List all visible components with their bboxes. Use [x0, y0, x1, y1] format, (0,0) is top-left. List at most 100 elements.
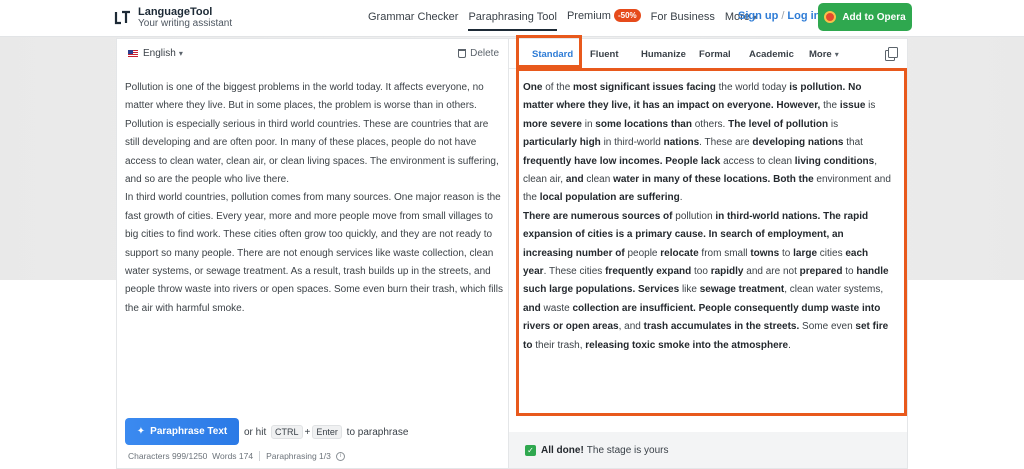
changed-phrase[interactable]: sewage treatment [700, 284, 784, 295]
unchanged-phrase: , and [618, 321, 644, 333]
tab-more-label: More [809, 49, 832, 60]
status-bar: ✓ All done! The stage is yours [509, 432, 907, 468]
auth-separator: / [781, 10, 785, 22]
characters-count: 999/1250 [171, 451, 208, 461]
info-icon[interactable]: i [335, 451, 345, 461]
changed-phrase[interactable]: The level of pollution [728, 119, 828, 130]
words-label: Words [212, 451, 237, 461]
unchanged-phrase: cities [817, 247, 846, 259]
unchanged-phrase: and are not [743, 266, 800, 278]
unchanged-phrase: access to clean [720, 155, 795, 167]
languagetool-logo[interactable]: LanguageTool Your writing assistant [114, 6, 232, 30]
unchanged-phrase: clean [583, 174, 614, 186]
output-panel: Standard Fluent Humanize Formal Academic… [508, 38, 908, 469]
unchanged-phrase: in third-world [600, 137, 664, 149]
changed-phrase[interactable]: nations [664, 137, 700, 148]
unchanged-phrase: . These cities [543, 266, 606, 278]
changed-phrase[interactable]: some locations than [595, 119, 692, 130]
paraphrasing-count: Paraphrasing 1/3 [266, 451, 331, 461]
unchanged-phrase: is [828, 118, 839, 130]
tab-fluent[interactable]: Fluent [590, 49, 619, 60]
changed-phrase[interactable]: relocate [660, 248, 698, 259]
unchanged-phrase: Some even [799, 321, 856, 333]
paraphrased-output[interactable]: One of the most significant issues facin… [523, 79, 893, 355]
delete-button[interactable]: Delete [458, 48, 499, 59]
changed-phrase[interactable]: and [523, 303, 541, 314]
stats-divider [259, 451, 261, 461]
changed-phrase[interactable]: developing nations [752, 137, 843, 148]
changed-phrase[interactable]: trash accumulates in the streets. [644, 321, 800, 332]
tab-academic[interactable]: Academic [749, 49, 794, 60]
header-divider [0, 36, 1024, 37]
unchanged-phrase: , clean water systems, [784, 284, 884, 296]
source-text-editor[interactable]: Pollution is one of the biggest problems… [125, 79, 503, 318]
changed-phrase[interactable]: local population are suffering [540, 192, 680, 203]
mode-tabs: Standard Fluent Humanize Formal Academic… [509, 39, 907, 69]
unchanged-phrase: that [843, 137, 863, 149]
changed-phrase[interactable]: particularly high [523, 137, 601, 148]
changed-phrase[interactable]: rapidly [711, 266, 744, 277]
unchanged-phrase: is [865, 100, 876, 112]
nav-premium[interactable]: Premium -50% [566, 9, 641, 23]
main-nav: Grammar Checker Paraphrasing Tool Premiu… [368, 9, 767, 31]
changed-phrase[interactable]: issue [840, 100, 866, 111]
changed-phrase[interactable]: There are numerous sources of [523, 211, 673, 222]
discount-badge: -50% [613, 9, 641, 22]
changed-phrase[interactable]: water in many of these locations. Both t… [613, 174, 814, 185]
status-bold: All done! [541, 444, 584, 456]
nav-grammar-checker[interactable]: Grammar Checker [368, 11, 458, 23]
unchanged-phrase: . [679, 192, 683, 204]
changed-phrase[interactable]: living conditions [795, 156, 874, 167]
tab-humanize[interactable]: Humanize [641, 49, 686, 60]
tab-standard[interactable]: Standard [529, 49, 576, 67]
characters-label: Characters [128, 451, 170, 461]
nav-for-business[interactable]: For Business [651, 11, 715, 23]
changed-phrase[interactable]: frequently expand [605, 266, 691, 277]
copy-icon[interactable] [885, 47, 898, 61]
unchanged-phrase: of the [542, 82, 574, 93]
chevron-down-icon: ▾ [178, 49, 183, 58]
unchanged-phrase: the [820, 100, 840, 112]
unchanged-phrase: . [788, 339, 791, 351]
top-navigation-bar: LanguageTool Your writing assistant Gram… [0, 0, 1024, 36]
unchanged-phrase: waste [540, 302, 573, 314]
keyboard-hint: or hit CTRL + Enter to paraphrase [244, 425, 408, 439]
source-paragraph: In third world countries, pollution come… [125, 192, 503, 314]
nav-paraphrasing-tool[interactable]: Paraphrasing Tool [468, 11, 558, 31]
changed-phrase[interactable]: One [523, 82, 542, 93]
source-paragraph: Pollution is one of the biggest problems… [125, 82, 499, 186]
enter-key: Enter [312, 425, 342, 439]
changed-phrase[interactable]: large [793, 248, 817, 259]
changed-phrase[interactable]: most significant issues facing [573, 82, 716, 93]
brand-name: LanguageTool [138, 6, 213, 18]
paraphrase-button-label: Paraphrase Text [150, 426, 228, 437]
ctrl-key: CTRL [271, 425, 303, 439]
delete-label: Delete [470, 48, 499, 59]
changed-phrase[interactable]: more severe [523, 119, 582, 130]
tab-more[interactable]: More ▾ [809, 49, 839, 60]
unchanged-phrase: their trash, [532, 339, 586, 351]
sparkle-icon: ✦ [136, 426, 146, 437]
language-selector[interactable]: English ▾ [128, 48, 183, 59]
unchanged-phrase: too [691, 266, 711, 278]
nav-premium-label: Premium [566, 10, 611, 22]
unchanged-phrase: from small [698, 247, 751, 259]
signup-link[interactable]: Sign up [738, 10, 778, 22]
chevron-down-icon: ▾ [834, 50, 839, 59]
add-to-opera-button[interactable]: Add to Opera [818, 3, 912, 31]
output-paragraph: There are numerous sources of pollution … [523, 208, 893, 355]
changed-phrase[interactable]: and [566, 174, 584, 185]
changed-phrase[interactable]: prepared [800, 266, 843, 277]
unchanged-phrase: . These are [699, 137, 753, 149]
unchanged-phrase: in [581, 118, 596, 130]
tab-formal[interactable]: Formal [699, 49, 731, 60]
input-panel: English ▾ Delete Pollution is one of the… [116, 38, 508, 469]
changed-phrase[interactable]: releasing toxic smoke into the atmospher… [585, 340, 788, 351]
brand-tagline: Your writing assistant [138, 18, 233, 29]
login-link[interactable]: Log in [787, 10, 820, 22]
changed-phrase[interactable]: frequently have low incomes. People lack [523, 156, 720, 167]
text-stats: Characters 999/1250 Words 174 Paraphrasi… [128, 451, 345, 461]
paraphrase-text-button[interactable]: ✦ Paraphrase Text [125, 418, 239, 445]
changed-phrase[interactable]: towns [750, 248, 779, 259]
checkmark-icon: ✓ [525, 444, 536, 456]
